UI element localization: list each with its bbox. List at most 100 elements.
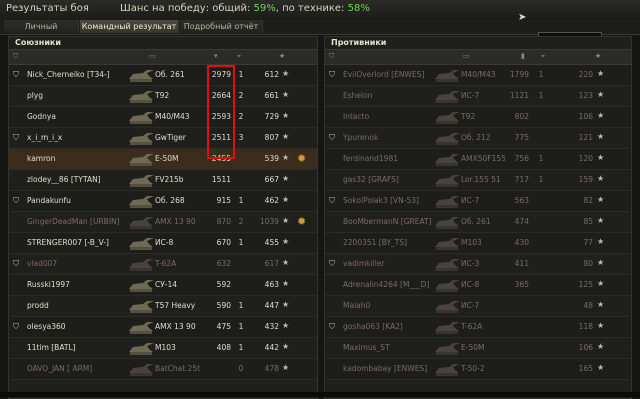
- player-name: zlodey__86 [TYTAN]: [27, 175, 101, 184]
- player-row[interactable]: ⛉ SokolPolak3 [VN-53] ИС-7 563 82 ★: [325, 191, 631, 212]
- win-chance-label: Шанс на победу: общий:: [120, 3, 251, 14]
- player-row[interactable]: prodd T57 Heavy 590 1 447 ★: [9, 296, 317, 317]
- squad-icon: ⛉: [329, 133, 335, 142]
- exp-value: 77: [583, 238, 593, 247]
- vehicle-name: FV215b: [155, 175, 184, 184]
- player-row[interactable]: plyg T92 2664 2 661 ★: [9, 86, 317, 107]
- vehicle-column-icon[interactable]: ▭: [149, 52, 156, 60]
- player-row[interactable]: Godnya M40/M43 2593 2 729 ★: [9, 107, 317, 128]
- damage-value: 717: [514, 175, 529, 184]
- player-row[interactable]: ferdinand1981 AMX50F155 756 1 120 ★: [325, 149, 631, 170]
- player-row[interactable]: Malah0 ИС-7 48 ★: [325, 296, 631, 317]
- star-icon: ★: [282, 300, 290, 309]
- player-row[interactable]: Intacto T92 802 106 ★: [325, 107, 631, 128]
- kills-value: 1: [238, 70, 244, 79]
- vehicle-name: T-50-2: [461, 364, 485, 373]
- squad-column-icon[interactable]: ⛉: [329, 52, 334, 61]
- squad-icon: [13, 112, 21, 122]
- star-icon: ★: [597, 258, 605, 267]
- damage-column-icon[interactable]: ▮: [521, 52, 525, 60]
- exp-column-icon[interactable]: ★: [595, 52, 601, 60]
- player-row[interactable]: 2200351 [BY_TS] M103 430 77 ★: [325, 233, 631, 254]
- player-row[interactable]: zlodey__86 [TYTAN] FV215b 1511 667 ★: [9, 170, 317, 191]
- allies-panel: Союзники ⛉ ▭ ▾ ⌖ ★ ⛉ Nick_Cherneiko [T34-…: [8, 36, 318, 399]
- enemies-header: ⛉ ▭ ▮ ⌖ ★: [325, 49, 631, 65]
- medal-icon[interactable]: ✹: [297, 152, 306, 165]
- exp-column-icon[interactable]: ★: [279, 52, 285, 60]
- star-icon: ★: [282, 237, 290, 246]
- squad-icon: [329, 280, 337, 290]
- damage-value: 592: [216, 280, 231, 289]
- player-name: EvilOverlord [ENWES]: [343, 70, 425, 79]
- star-icon: ★: [282, 69, 290, 78]
- tank-icon: [435, 217, 460, 229]
- vehicle-name: BatChat.25t: [155, 364, 201, 373]
- player-row[interactable]: ⛉ gosha063 [KA2] T-62A 118 ★: [325, 317, 631, 338]
- player-name: prodd: [27, 301, 49, 310]
- squad-icon: [13, 364, 21, 374]
- damage-value: 670: [216, 238, 231, 247]
- tank-icon: [435, 280, 460, 292]
- damage-column-icon[interactable]: ▾: [214, 52, 218, 60]
- player-row[interactable]: ⛉ Nick_Cherneiko [T34-] Об. 261 2979 1 612 ★: [9, 65, 317, 86]
- star-icon: ★: [282, 132, 290, 141]
- player-row[interactable]: gas32 [GRAFS] Lor.155 51 717 1 159 ★: [325, 170, 631, 191]
- squad-icon: ⛉: [329, 70, 335, 79]
- tank-icon: [129, 343, 154, 355]
- player-row[interactable]: ⛉ vadimkiller ИС-3 411 80 ★: [325, 254, 631, 275]
- player-row[interactable]: Adrenalin4264 [M___D] ИС-8 365 125 ★: [325, 275, 631, 296]
- vehicle-name: AMX 13 90: [155, 322, 196, 331]
- star-icon: ★: [597, 132, 605, 141]
- kills-column-icon[interactable]: ⌖: [237, 52, 241, 61]
- squad-column-icon[interactable]: ⛉: [13, 52, 18, 61]
- tank-icon: [435, 175, 460, 187]
- player-row[interactable]: Maximus_ST E-50M 106 ★: [325, 338, 631, 359]
- tank-icon: [129, 217, 154, 229]
- win-chance-separator: , по технике:: [275, 3, 345, 14]
- tank-icon: [435, 112, 460, 124]
- player-name: kadombabay [ENWES]: [343, 364, 428, 373]
- player-row[interactable]: ⛉ vlad007 T-62A 632 617 ★: [9, 254, 317, 275]
- vehicle-column-icon[interactable]: ▭: [463, 52, 470, 60]
- star-icon: ★: [597, 195, 605, 204]
- squad-icon: [329, 343, 337, 353]
- player-row[interactable]: kamron E-50M 2455 539 ★ ✹: [9, 149, 317, 170]
- player-row[interactable]: kadombabay [ENWES] T-50-2 165 ★: [325, 359, 631, 380]
- player-row[interactable]: STRENGER007 [-B_V-] ИС-8 670 1 455 ★: [9, 233, 317, 254]
- exp-value: 539: [264, 154, 279, 163]
- player-row[interactable]: GingerDeadMan [URBIN] AMX 13 90 870 2 1039 ★ ✹: [9, 212, 317, 233]
- squad-icon: [13, 91, 21, 101]
- player-name: 11tim [BATL]: [27, 343, 76, 352]
- player-row[interactable]: BooMbermanN [GREAT] Об. 261 474 85 ★: [325, 212, 631, 233]
- medal-icon[interactable]: ✹: [297, 215, 306, 228]
- exp-value: 120: [578, 154, 593, 163]
- damage-value: 474: [514, 217, 529, 226]
- exp-value: 80: [583, 259, 593, 268]
- vehicle-name: T-62A: [461, 322, 483, 331]
- player-row[interactable]: 11tim [BATL] M103 408 1 442 ★: [9, 338, 317, 359]
- tab-personal-result[interactable]: Личный результат: [4, 20, 79, 44]
- player-row[interactable]: ⛉ x_i_m_i_x GwTiger 2511 3 807 ★: [9, 128, 317, 149]
- exp-value: 447: [264, 301, 279, 310]
- tab-detailed-report[interactable]: Подробный отчёт: [180, 20, 263, 33]
- exp-value: 661: [264, 91, 279, 100]
- vehicle-name: Об. 268: [155, 196, 185, 205]
- player-name: Russki1997: [27, 280, 70, 289]
- tab-team-result[interactable]: Командный результат: [80, 20, 179, 33]
- player-row[interactable]: Russki1997 СУ-14 592 463 ★: [9, 275, 317, 296]
- player-row[interactable]: ⛉ olesya360 AMX 13 90 475 1 432 ★: [9, 317, 317, 338]
- tank-icon: [435, 322, 460, 334]
- player-row[interactable]: ⛉ Pandakunfu Об. 268 915 1 462 ★: [9, 191, 317, 212]
- player-row[interactable]: Eshelon ИС-7 1121 1 123 ★: [325, 86, 631, 107]
- player-name: x_i_m_i_x: [27, 133, 63, 142]
- damage-value: 365: [514, 280, 529, 289]
- player-row[interactable]: ⛉ Ypurenok Об. 212 775 121 ★: [325, 128, 631, 149]
- squad-icon: ⛉: [13, 133, 19, 142]
- bottom-strip: [0, 392, 640, 397]
- allies-list: ⛉ Nick_Cherneiko [T34-] Об. 261 2979 1 612 ★ pl…: [9, 65, 317, 380]
- kills-column-icon[interactable]: ⌖: [541, 52, 545, 61]
- player-row[interactable]: DAVO_JAN [ ARM] BatChat.25t 0 478 ★: [9, 359, 317, 380]
- player-row[interactable]: ⛉ EvilOverlord [ENWES] M40/M43 1799 1 220 ★: [325, 65, 631, 86]
- tank-icon: [129, 154, 154, 166]
- damage-highlight-box: [207, 65, 235, 159]
